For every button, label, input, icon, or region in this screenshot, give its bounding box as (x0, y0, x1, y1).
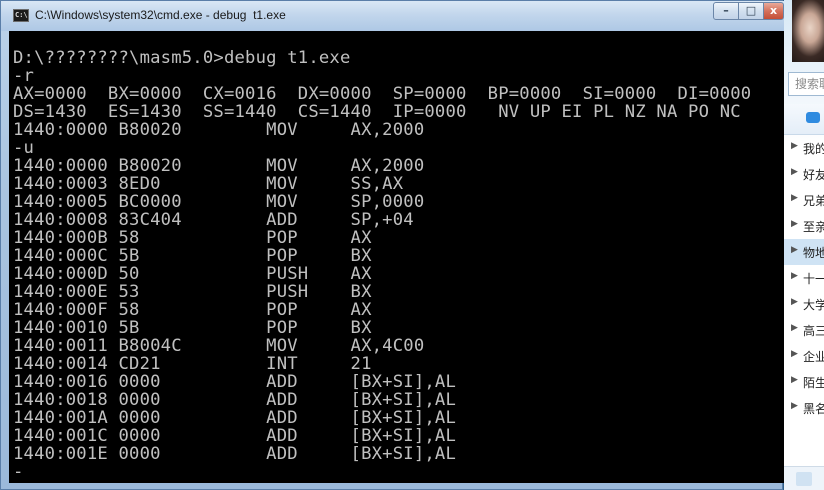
console-line: -r (13, 66, 35, 86)
chevron-right-icon: ▶ (791, 349, 798, 359)
console-line: 1440:001A 0000 ADD [BX+SI],AL (13, 408, 457, 428)
contact-group-item[interactable]: ▶ 至亲 (784, 213, 824, 239)
console-line: 1440:0018 0000 ADD [BX+SI],AL (13, 390, 457, 410)
cmd-app-icon[interactable]: C:\ (13, 9, 29, 22)
console-line: 1440:0000 B80020 MOV AX,2000 (13, 156, 425, 176)
contact-group-item[interactable]: ▶ 物地 (784, 239, 824, 265)
contact-group-label: 企业 (803, 350, 824, 364)
contact-group-item[interactable]: ▶ 好友 (784, 161, 824, 187)
contact-group-list: ▶ 我的 ▶ 好友 ▶ 兄弟 ▶ 至亲 ▶ 物地 ▶ 十一 ▶ 大学 ▶ 高三 ▶ 企业 ▶ 陌生 ▶ 黑名 (784, 135, 824, 421)
contact-group-label: 高三 (803, 324, 824, 338)
console-line: 1440:000E 53 PUSH BX (13, 282, 372, 302)
avatar[interactable] (792, 0, 824, 62)
console-line: 1440:0008 83C404 ADD SP,+04 (13, 210, 414, 230)
close-button[interactable]: x (763, 2, 784, 20)
chat-bubble-icon[interactable] (806, 112, 820, 123)
console-line: 1440:0011 B8004C MOV AX,4C00 (13, 336, 425, 356)
cmd-window: C:\ C:\Windows\system32\cmd.exe - debug … (0, 0, 784, 490)
console-line: 1440:0000 B80020 MOV AX,2000 (13, 120, 425, 140)
minimize-button[interactable]: – (713, 2, 739, 20)
console-line: 1440:0010 5B POP BX (13, 318, 372, 338)
console-line: DS=1430 ES=1430 SS=1440 CS=1440 IP=0000 … (13, 102, 741, 122)
contact-group-item[interactable]: ▶ 高三 (784, 317, 824, 343)
chevron-right-icon: ▶ (791, 193, 798, 203)
chevron-right-icon: ▶ (791, 375, 798, 385)
console-line: D:\????????\masm5.0>debug t1.exe (13, 48, 351, 68)
side-panel-footer (784, 466, 824, 490)
menu-icon[interactable] (796, 472, 812, 486)
contact-group-item[interactable]: ▶ 大学 (784, 291, 824, 317)
console-line: 1440:0005 BC0000 MOV SP,0000 (13, 192, 425, 212)
window-title: C:\Windows\system32\cmd.exe - debug t1.e… (35, 8, 286, 22)
chevron-right-icon: ▶ (791, 271, 798, 281)
contacts-tab-bar[interactable] (784, 104, 824, 135)
console-line: AX=0000 BX=0000 CX=0016 DX=0000 SP=0000 … (13, 84, 752, 104)
contact-group-label: 陌生 (803, 376, 824, 390)
console-line: 1440:000D 50 PUSH AX (13, 264, 372, 284)
contact-group-label: 黑名 (803, 402, 824, 416)
contact-group-label: 十一 (803, 272, 824, 286)
chevron-right-icon: ▶ (791, 245, 798, 255)
chevron-right-icon: ▶ (791, 167, 798, 177)
chevron-right-icon: ▶ (791, 297, 798, 307)
console-line: 1440:000B 58 POP AX (13, 228, 372, 248)
contact-group-label: 好友 (803, 168, 824, 182)
chevron-right-icon: ▶ (791, 141, 798, 151)
contact-group-label: 兄弟 (803, 194, 824, 208)
title-bar[interactable]: C:\ C:\Windows\system32\cmd.exe - debug … (1, 1, 784, 31)
contact-group-item[interactable]: ▶ 企业 (784, 343, 824, 369)
search-input[interactable]: 搜索联 (788, 72, 824, 96)
contacts-side-panel: 搜索联 ▶ 我的 ▶ 好友 ▶ 兄弟 ▶ 至亲 ▶ 物地 ▶ 十一 ▶ 大学 ▶ 高三 ▶ 企业 ▶ 陌生 ▶ 黑名 (784, 0, 824, 490)
console-line: 1440:0003 8ED0 MOV SS,AX (13, 174, 404, 194)
console-line: - (13, 462, 24, 482)
console-line: -u (13, 138, 35, 158)
contact-group-item[interactable]: ▶ 黑名 (784, 395, 824, 421)
console-line: 1440:001C 0000 ADD [BX+SI],AL (13, 426, 457, 446)
contact-group-item[interactable]: ▶ 陌生 (784, 369, 824, 395)
console-line: 1440:0016 0000 ADD [BX+SI],AL (13, 372, 457, 392)
chevron-right-icon: ▶ (791, 401, 798, 411)
contact-group-item[interactable]: ▶ 十一 (784, 265, 824, 291)
console-line: 1440:000F 58 POP AX (13, 300, 372, 320)
console-text: D:\????????\masm5.0>debug t1.exe -r AX=000… (13, 49, 751, 481)
contact-group-item[interactable]: ▶ 我的 (784, 135, 824, 161)
console-line: 1440:001E 0000 ADD [BX+SI],AL (13, 444, 457, 464)
contact-group-label: 物地 (803, 246, 824, 260)
contact-group-label: 大学 (803, 298, 824, 312)
console-line: 1440:0014 CD21 INT 21 (13, 354, 372, 374)
console-output[interactable]: D:\????????\masm5.0>debug t1.exe -r AX=000… (9, 31, 784, 483)
maximize-button[interactable]: □ (738, 2, 764, 20)
chevron-right-icon: ▶ (791, 219, 798, 229)
contact-group-label: 我的 (803, 142, 824, 156)
console-line: 1440:000C 5B POP BX (13, 246, 372, 266)
contact-group-label: 至亲 (803, 220, 824, 234)
contact-group-item[interactable]: ▶ 兄弟 (784, 187, 824, 213)
chevron-right-icon: ▶ (791, 323, 798, 333)
